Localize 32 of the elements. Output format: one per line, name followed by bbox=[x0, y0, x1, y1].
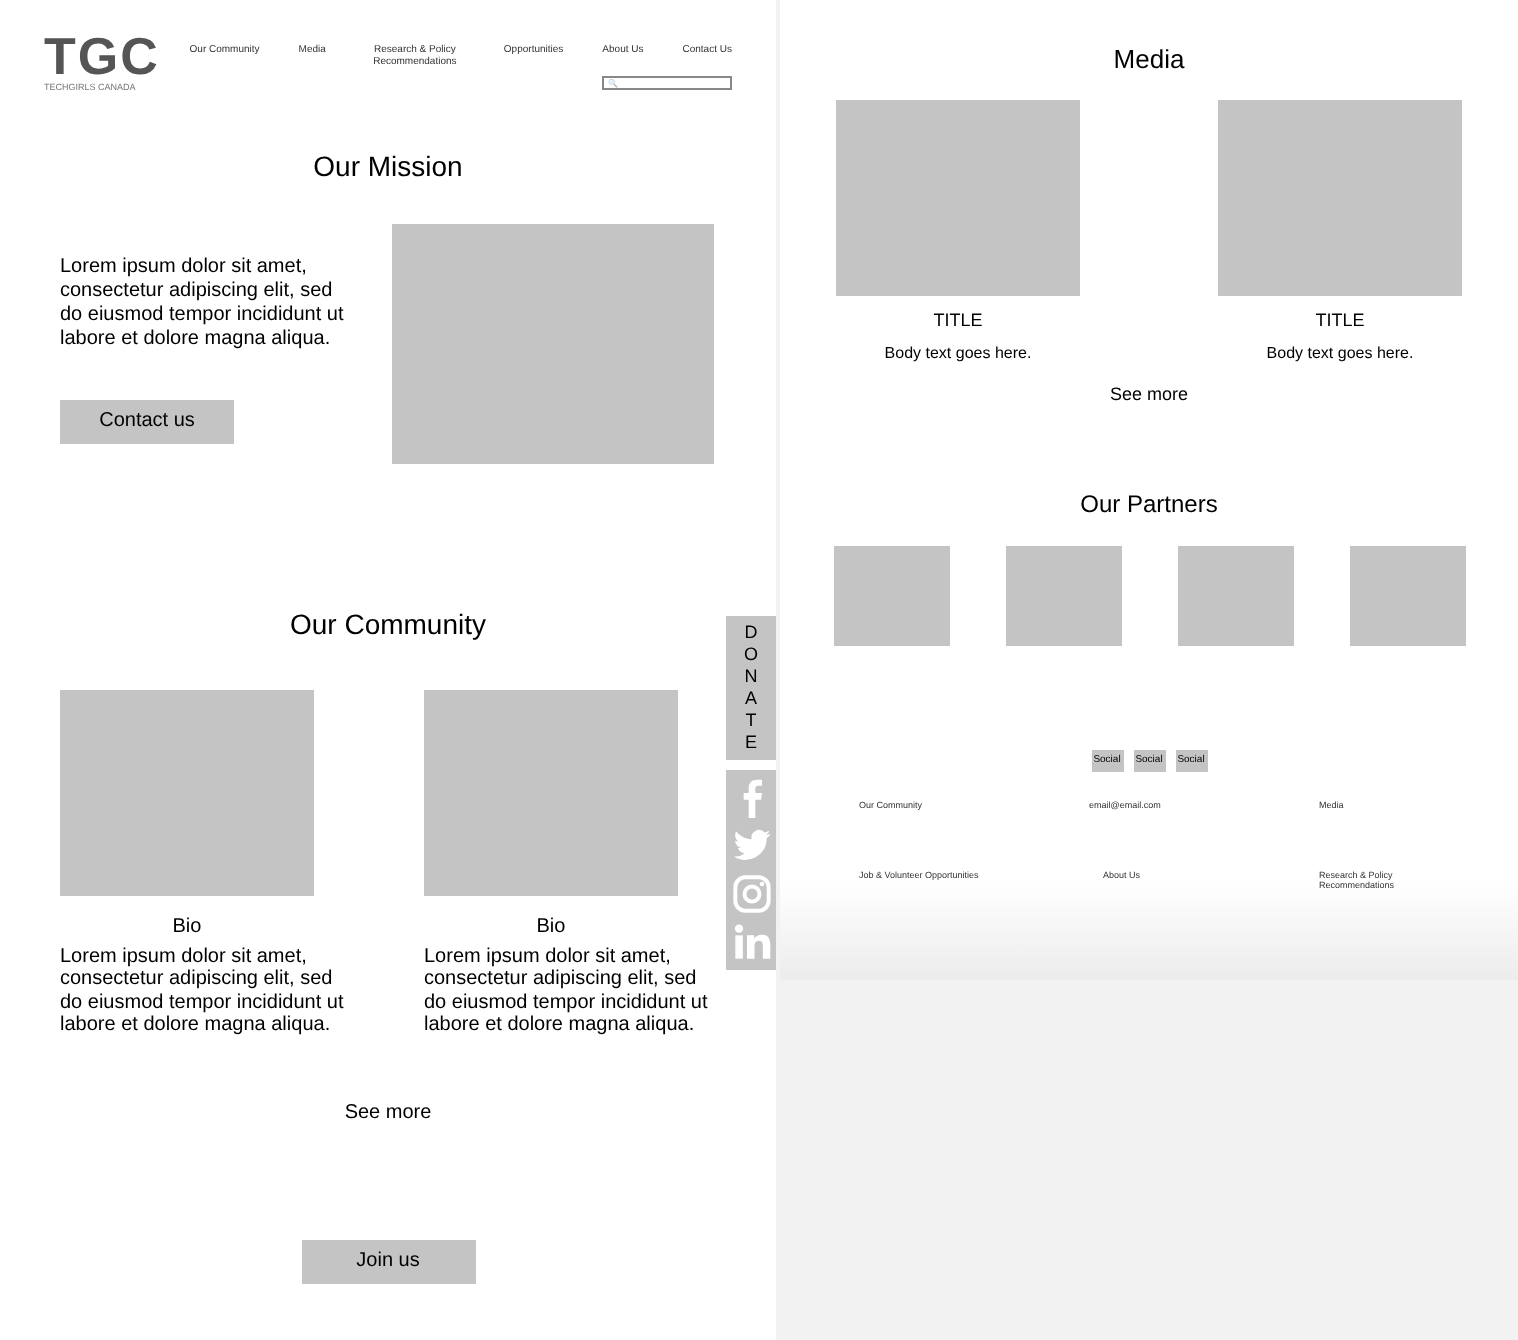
donate-letter: D bbox=[744, 622, 758, 644]
linkedin-icon[interactable] bbox=[731, 922, 771, 962]
card-title: TITLE bbox=[1315, 307, 1365, 333]
donate-tab[interactable]: D O N A T E bbox=[726, 616, 776, 760]
donate-letter: E bbox=[744, 732, 757, 754]
card-text: Body text goes here. bbox=[1266, 342, 1414, 366]
section-title: Our Partners bbox=[1080, 487, 1218, 521]
see-more-link[interactable]: See more bbox=[344, 1097, 432, 1128]
image-placeholder bbox=[1005, 545, 1121, 645]
mission-text: Lorem ipsum dolor sit amet, consectetur adipiscing elit, sed do eiusmod tempor incididunt ut labore et dolore magna aliqua. bbox=[60, 255, 346, 352]
image-placeholder bbox=[833, 545, 949, 645]
section-title: Our Community bbox=[289, 605, 487, 644]
card-caption: Bio bbox=[170, 913, 204, 942]
image-placeholder bbox=[1349, 545, 1465, 645]
card-title: TITLE bbox=[933, 307, 983, 333]
see-more-link[interactable]: See more bbox=[1109, 382, 1189, 409]
contact-button[interactable]: Contact us bbox=[60, 399, 234, 444]
card-caption: Bio bbox=[534, 913, 568, 942]
bird-icon[interactable] bbox=[731, 826, 771, 866]
donate-letter: N bbox=[744, 666, 758, 688]
section-title: Our Mission bbox=[313, 147, 463, 186]
card-text: Lorem ipsum dolor sit amet, consectetur adipiscing elit, sed do eiusmod tempor incididunt ut labore et dolore magna aliqua. bbox=[424, 945, 710, 1038]
donate-letter: A bbox=[744, 688, 757, 710]
image-placeholder bbox=[1177, 545, 1293, 645]
join-button[interactable]: Join us bbox=[301, 1239, 475, 1284]
instagram-icon[interactable] bbox=[731, 874, 771, 914]
card-text: Body text goes here. bbox=[884, 342, 1032, 366]
card-text: Lorem ipsum dolor sit amet, consectetur adipiscing elit, sed do eiusmod tempor incididunt ut labore et dolore magna aliqua. bbox=[60, 945, 346, 1038]
logo[interactable]: TGC bbox=[44, 30, 182, 82]
donate-letter: T bbox=[745, 710, 757, 732]
donate-letter: O bbox=[743, 644, 758, 666]
section-title: Media bbox=[1113, 42, 1185, 78]
